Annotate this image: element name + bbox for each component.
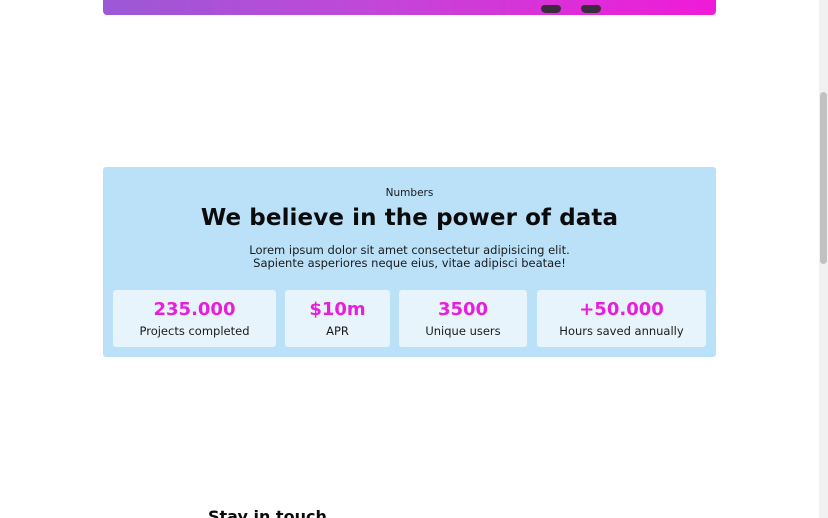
stat-card-projects: 235.000 Projects completed xyxy=(113,290,276,347)
stat-value: +50.000 xyxy=(579,299,664,320)
contact-heading: Stay in touch xyxy=(208,507,327,518)
page-scrollbar[interactable] xyxy=(819,0,828,518)
stat-card-apr: $10m APR xyxy=(285,290,390,347)
illustration-left-shoe xyxy=(541,5,561,13)
stat-value: $10m xyxy=(309,299,366,320)
stat-card-users: 3500 Unique users xyxy=(399,290,527,347)
hero-banner xyxy=(103,0,716,15)
scrollbar-thumb[interactable] xyxy=(820,92,827,264)
stat-label: Unique users xyxy=(425,324,501,338)
stat-label: Projects completed xyxy=(139,324,250,338)
stat-label: APR xyxy=(326,324,349,338)
illustration-right-shoe xyxy=(581,5,601,13)
stat-card-hours: +50.000 Hours saved annually xyxy=(537,290,706,347)
stat-value: 235.000 xyxy=(153,299,236,320)
section-intro-line-2: Sapiente asperiores neque eius, vitae ad… xyxy=(253,256,566,270)
section-headline: We believe in the power of data xyxy=(200,205,619,231)
stat-label: Hours saved annually xyxy=(559,324,684,338)
numbers-section: Numbers We believe in the power of data … xyxy=(103,167,716,357)
section-eyebrow: Numbers xyxy=(385,187,434,199)
section-intro: Lorem ipsum dolor sit amet consectetur a… xyxy=(103,244,716,270)
illustration-feet xyxy=(541,0,603,13)
stat-value: 3500 xyxy=(437,299,489,320)
